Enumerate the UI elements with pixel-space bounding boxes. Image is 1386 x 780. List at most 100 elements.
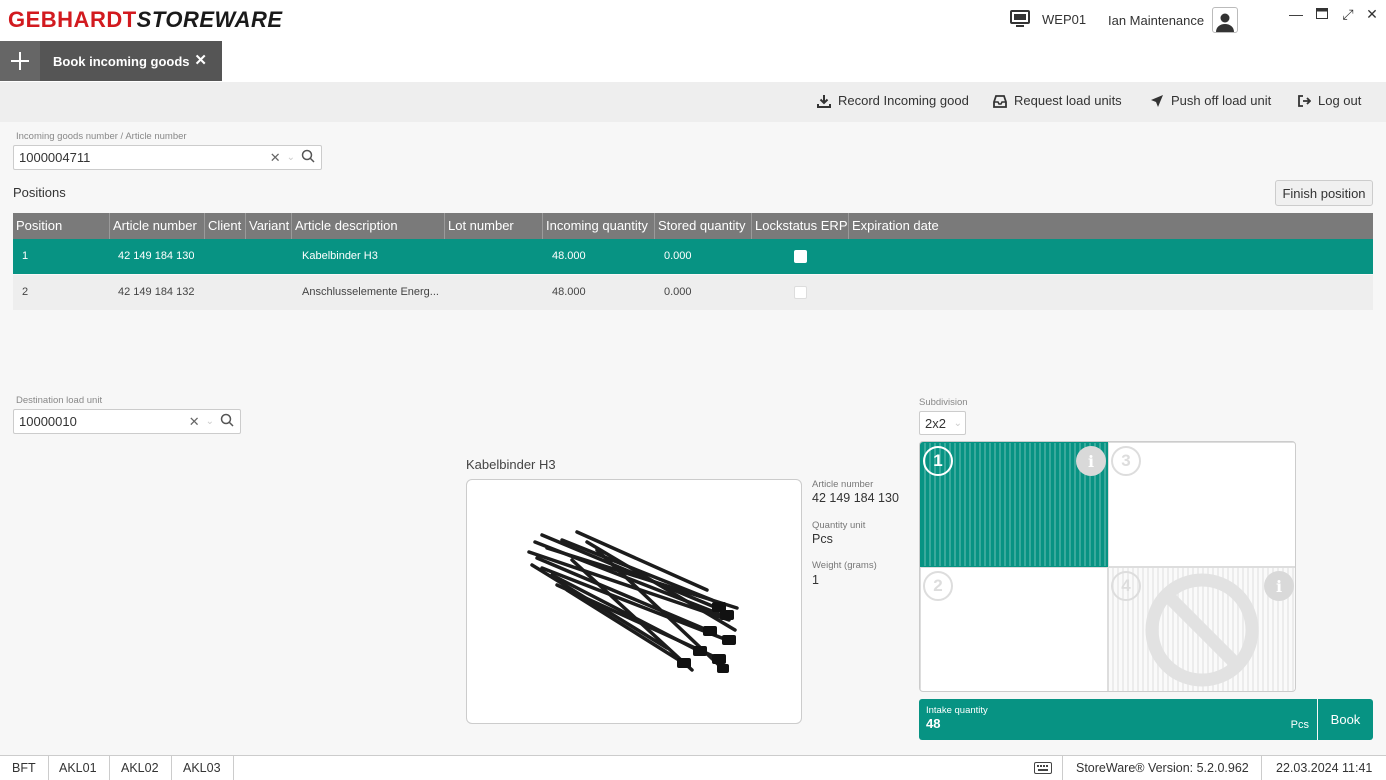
status-item[interactable]: AKL02 [109,756,172,780]
col-header[interactable]: Lot number [445,213,543,239]
quantity-unit-value: Pcs [812,532,833,546]
datetime-label: 22.03.2024 11:41 [1276,761,1373,775]
weight-label: Weight (grams) [812,560,877,571]
workstation: WEP01 [1010,10,1086,28]
col-header[interactable]: Lockstatus ERP [752,213,849,239]
maximize-icon[interactable] [1314,6,1330,22]
compartment-4[interactable]: 4 i [1108,567,1295,691]
col-header[interactable]: Article description [292,213,445,239]
push-off-load-unit-button[interactable]: Push off load unit [1150,93,1271,108]
chevron-down-icon[interactable]: ⌄ [206,416,214,427]
col-header[interactable]: Position [13,213,110,239]
log-out-button[interactable]: Log out [1297,93,1361,108]
user-name: Ian Maintenance [1108,12,1205,28]
search-label: Incoming goods number / Article number [16,131,187,142]
status-bar: BFT AKL01 AKL02 AKL03 StoreWare® Version… [0,755,1386,780]
keyboard-icon[interactable] [1024,756,1063,780]
status-item[interactable]: BFT [0,756,49,780]
add-tab-button[interactable] [0,41,40,81]
info-icon[interactable]: i [1076,446,1106,476]
compartment-1[interactable]: 1 i [920,442,1108,567]
logo-brand-part2: STOREWARE [136,7,283,32]
article-name: Kabelbinder H3 [466,457,556,472]
fullscreen-icon[interactable]: ⤢ [1340,6,1356,23]
table-row[interactable]: 2 42 149 184 132 Anschlusselemente Energ… [13,275,1373,310]
compartment-number: 3 [1111,446,1141,476]
intake-value: 48 [926,716,941,731]
col-header[interactable]: Variant [246,213,292,239]
chevron-down-icon: ⌄ [953,417,962,429]
compartment-number: 4 [1111,571,1141,601]
status-item[interactable]: AKL03 [171,756,234,780]
subdivision-label: Subdivision [919,397,968,408]
search-icon[interactable] [301,149,315,166]
compartment-3[interactable]: 3 [1108,442,1295,567]
plus-icon [11,52,29,70]
minimize-icon[interactable]: — [1288,6,1304,22]
avatar[interactable] [1212,7,1239,33]
download-icon [817,94,831,108]
positions-title: Positions [13,185,66,200]
compartment-number: 2 [923,571,953,601]
cell-incoming-qty: 48.000 [552,286,586,298]
article-number-value: 42 149 184 130 [812,491,899,505]
logout-icon [1298,94,1311,107]
cell-article-number: 42 149 184 132 [118,286,195,298]
cell-description: Kabelbinder H3 [302,250,378,262]
intake-quantity-field[interactable]: Intake quantity 48 Pcs [919,699,1317,740]
tab-label: Book incoming goods [53,53,190,69]
info-icon[interactable]: i [1264,571,1294,601]
col-header[interactable]: Article number [110,213,205,239]
lockstatus-checkbox[interactable] [794,250,807,263]
col-header[interactable]: Client [205,213,246,239]
col-header[interactable]: Stored quantity [655,213,752,239]
destination-label: Destination load unit [16,395,103,406]
close-window-icon[interactable]: ✕ [1364,6,1380,23]
clear-icon[interactable]: ✕ [270,150,281,166]
cell-stored-qty: 0.000 [664,250,692,262]
cell-article-number: 42 149 184 130 [118,250,195,262]
close-tab-icon[interactable]: ✕ [194,51,207,69]
intake-label: Intake quantity [926,705,988,716]
table-row[interactable]: 1 42 149 184 130 Kabelbinder H3 48.000 0… [13,239,1373,274]
subdivision-value: 2x2 [925,415,946,431]
compartment-2[interactable]: 2 [920,567,1108,691]
monitor-icon [1010,10,1030,27]
book-button[interactable]: Book [1318,699,1373,740]
weight-value: 1 [812,573,819,587]
app-logo: GEBHARDTSTOREWARE [8,7,283,33]
cable-ties-image [527,530,739,673]
chevron-down-icon[interactable]: ⌄ [287,152,295,163]
tab-book-incoming-goods[interactable]: Book incoming goods ✕ [40,41,222,81]
col-header[interactable]: Incoming quantity [543,213,655,239]
subdivision-select[interactable]: 2x2 ⌄ [919,411,966,435]
intake-unit: Pcs [1290,719,1309,731]
send-icon [1151,94,1163,107]
search-icon[interactable] [220,413,234,430]
load-unit-grid: 1 i 3 2 4 i [919,441,1296,692]
cell-position: 1 [22,250,29,262]
search-value: 1000004711 [19,150,91,165]
cell-description: Anschlusselemente Energ... [302,286,439,298]
table-header: Position Article number Client Variant A… [13,213,1373,239]
article-image [466,479,802,724]
status-item[interactable]: AKL01 [47,756,110,780]
article-number-label: Article number [812,479,874,490]
user-menu[interactable]: Ian Maintenance [1108,7,1239,33]
workstation-label: WEP01 [1042,11,1087,27]
request-load-units-button[interactable]: Request load units [993,93,1122,108]
destination-input[interactable]: 10000010 ✕ ⌄ [13,409,241,434]
user-icon [1216,13,1235,32]
col-header[interactable]: Expiration date [849,213,999,239]
version-label: StoreWare® Version: 5.2.0.962 [1064,756,1262,780]
cell-incoming-qty: 48.000 [552,250,586,262]
lockstatus-checkbox[interactable] [794,286,807,299]
destination-value: 10000010 [19,414,77,429]
blocked-icon [1145,573,1259,687]
quantity-unit-label: Quantity unit [812,520,866,531]
record-incoming-good-button[interactable]: Record Incoming good [817,93,969,108]
finish-position-button[interactable]: Finish position [1275,180,1373,206]
clear-icon[interactable]: ✕ [189,414,200,430]
search-input[interactable]: 1000004711 ✕ ⌄ [13,145,322,170]
cell-stored-qty: 0.000 [664,286,692,298]
